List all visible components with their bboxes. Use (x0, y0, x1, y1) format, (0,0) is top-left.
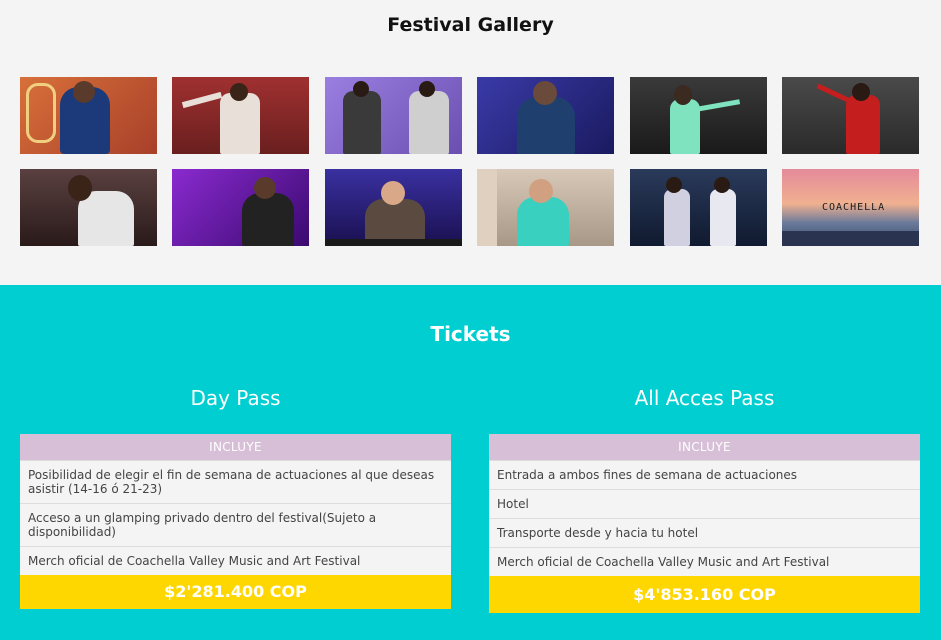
gallery-photo[interactable] (477, 77, 614, 154)
gallery-photo[interactable] (630, 77, 767, 154)
all-access-price-button[interactable]: $4'853.160 COP (489, 576, 920, 613)
gallery-photo[interactable] (172, 77, 309, 154)
gallery-photo[interactable] (325, 77, 462, 154)
feature-item: Entrada a ambos fines de semana de actua… (489, 460, 920, 489)
feature-item: Acceso a un glamping privado dentro del … (20, 503, 451, 546)
day-pass-card: INCLUYE Posibilidad de elegir el fin de … (20, 434, 451, 609)
gallery-photo[interactable] (20, 169, 157, 246)
gallery-photo[interactable] (172, 169, 309, 246)
day-pass-price-button[interactable]: $2'281.400 COP (20, 575, 451, 609)
feature-item: Transporte desde y hacia tu hotel (489, 518, 920, 547)
feature-item: Merch oficial de Coachella Valley Music … (489, 547, 920, 576)
all-access-title: All Acces Pass (634, 386, 775, 410)
gallery-photo[interactable] (782, 77, 919, 154)
gallery-title: Festival Gallery (387, 14, 554, 36)
coachella-sign: COACHELLA (822, 202, 886, 213)
tickets-section: Tickets Day Pass INCLUYE Posibilidad de … (0, 285, 941, 640)
tickets-title: Tickets (430, 322, 511, 346)
gallery-photo[interactable] (20, 77, 157, 154)
gallery-grid: COACHELLA (20, 77, 920, 247)
gallery-section: Festival Gallery COACHELLA (0, 0, 941, 285)
all-access-header: INCLUYE (489, 434, 920, 460)
all-access-card: INCLUYE Entrada a ambos fines de semana … (489, 434, 920, 613)
gallery-photo[interactable]: COACHELLA (782, 169, 919, 246)
gallery-photo[interactable] (630, 169, 767, 246)
feature-item: Hotel (489, 489, 920, 518)
feature-item: Posibilidad de elegir el fin de semana d… (20, 460, 451, 503)
gallery-photo[interactable] (325, 169, 462, 246)
feature-item: Merch oficial de Coachella Valley Music … (20, 546, 451, 575)
gallery-photo[interactable] (477, 169, 614, 246)
day-pass-title: Day Pass (190, 386, 281, 410)
day-pass-header: INCLUYE (20, 434, 451, 460)
